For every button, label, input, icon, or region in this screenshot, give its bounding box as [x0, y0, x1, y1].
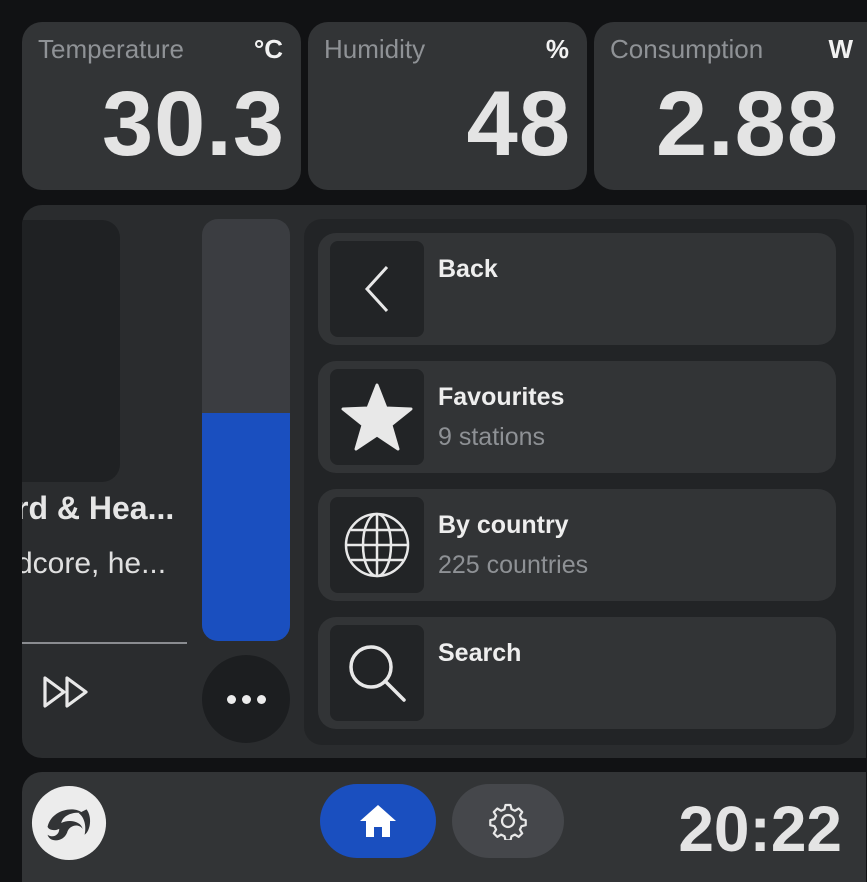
temperature-unit: °C	[253, 34, 283, 64]
consumption-value: 2.88	[655, 73, 839, 175]
humidity-label: Humidity	[324, 34, 426, 64]
temperature-card: Temperature °C 30.3	[22, 22, 301, 190]
home-button[interactable]	[320, 784, 436, 858]
temperature-value: 30.3	[101, 73, 285, 175]
menu-item-title: Search	[438, 639, 522, 667]
chevron-left-icon	[330, 241, 424, 337]
menu-item-title: By country	[438, 511, 569, 539]
menu-item-title: Favourites	[438, 383, 565, 411]
humidity-card: Humidity % 48	[308, 22, 587, 190]
settings-button[interactable]	[452, 784, 564, 858]
track-subtitle: dcore, he...	[22, 547, 167, 580]
bottom-bar: 20:22	[22, 772, 866, 882]
app-logo-icon[interactable]	[30, 784, 108, 862]
track-title: rd & Hea...	[22, 490, 175, 526]
search-icon	[330, 625, 424, 721]
gear-icon	[489, 803, 527, 840]
consumption-label: Consumption	[610, 34, 764, 64]
player-panel: rd & Hea... dcore, he... Back Favourites…	[22, 205, 866, 758]
consumption-unit: W	[828, 34, 853, 64]
fast-forward-icon[interactable]	[42, 675, 92, 709]
menu-item-favourites[interactable]: Favourites 9 stations	[318, 361, 836, 473]
album-art	[22, 220, 120, 482]
menu-item-subtitle: 225 countries	[438, 551, 589, 579]
menu-item-back[interactable]: Back	[318, 233, 836, 345]
menu-item-search[interactable]: Search	[318, 617, 836, 729]
consumption-card: Consumption W 2.88	[594, 22, 867, 190]
star-icon	[330, 369, 424, 465]
progress-divider	[22, 642, 187, 644]
more-dots-icon	[226, 694, 236, 704]
volume-fill	[202, 413, 290, 641]
menu-item-by-country[interactable]: By country 225 countries	[318, 489, 836, 601]
temperature-label: Temperature	[38, 34, 184, 64]
browse-menu: Back Favourites 9 stations By country 22…	[304, 219, 854, 745]
clock: 20:22	[678, 793, 842, 865]
humidity-unit: %	[545, 34, 569, 64]
globe-icon	[330, 497, 424, 593]
home-icon	[360, 805, 396, 837]
menu-item-title: Back	[438, 255, 498, 283]
menu-item-subtitle: 9 stations	[438, 423, 546, 451]
humidity-value: 48	[466, 73, 571, 175]
volume-slider[interactable]	[202, 219, 290, 641]
more-button[interactable]	[202, 655, 290, 743]
